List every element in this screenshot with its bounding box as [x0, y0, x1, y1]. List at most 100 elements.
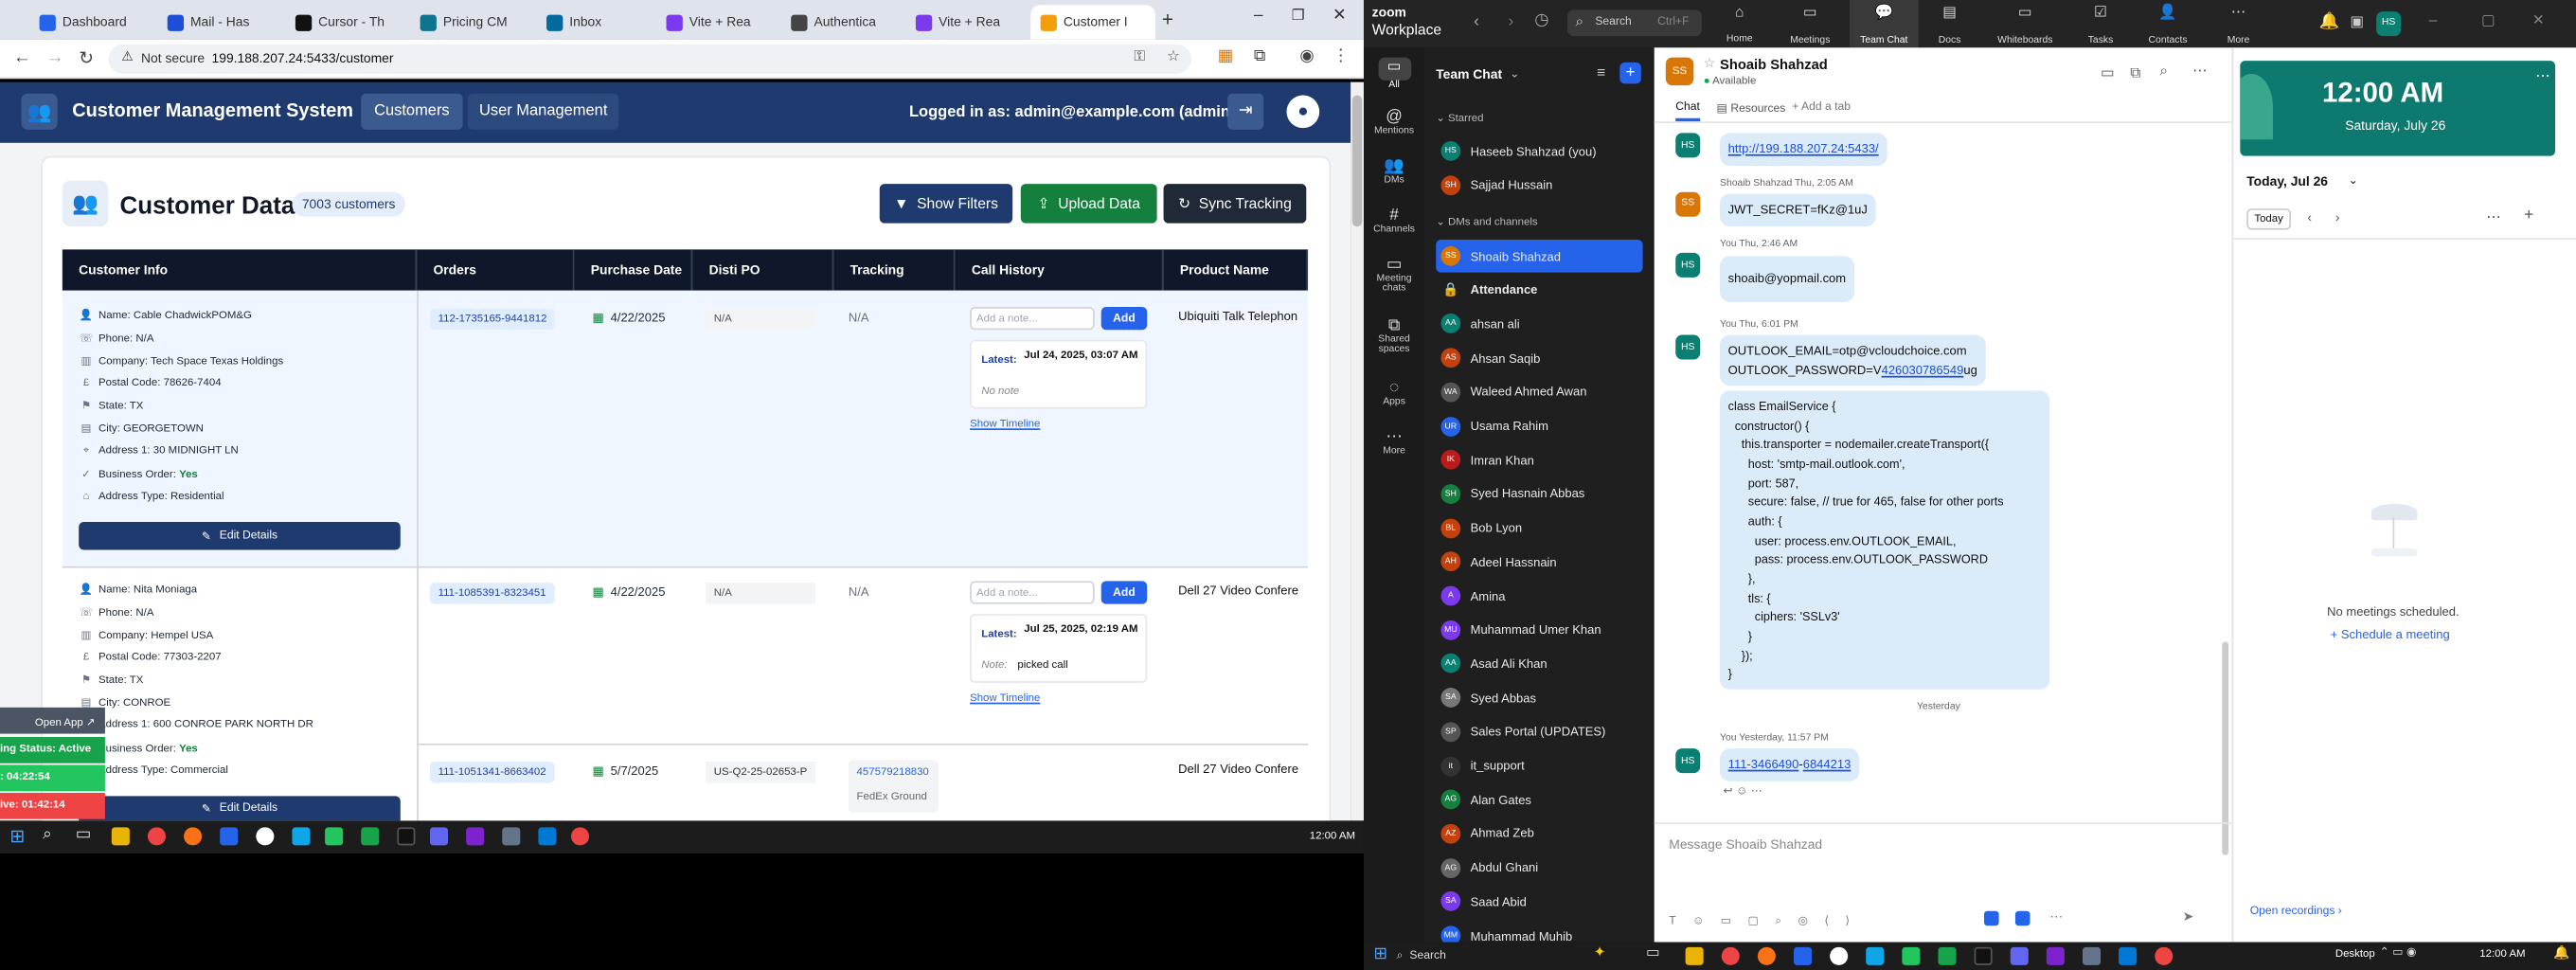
browser-tab[interactable]: Mail - Has: [157, 5, 282, 39]
nav-customers-button[interactable]: Customers: [361, 93, 463, 130]
zoom-taskbar-icon[interactable]: [1793, 946, 1813, 965]
reaction-icons[interactable]: ↩ ☺ ⋯: [1723, 784, 1762, 798]
browser-tab[interactable]: Cursor - Th: [286, 5, 411, 39]
avatar-icon[interactable]: ●: [1286, 95, 1320, 129]
system-tray-icons[interactable]: ⌃ ▭ ◉: [2380, 945, 2417, 959]
add-note-input[interactable]: Add a note...: [970, 581, 1095, 604]
app-icon[interactable]: [1983, 910, 1999, 926]
nav-meetings[interactable]: ▭ Meetings: [1778, 3, 1843, 50]
rail-dms[interactable]: 👥 DMs: [1364, 157, 1424, 185]
starred-section[interactable]: ⌄ Starred: [1436, 112, 1483, 125]
nav-contacts[interactable]: 👤 Contacts: [2135, 3, 2200, 50]
nav-tasks[interactable]: ☑ Tasks: [2076, 3, 2125, 50]
list-item[interactable]: AG Alan Gates: [1436, 783, 1642, 817]
list-item[interactable]: AH Adeel Hassnain: [1436, 546, 1642, 579]
column-header-product-name[interactable]: Product Name: [1163, 249, 1309, 291]
windows-start-icon[interactable]: ⊞: [9, 826, 25, 847]
app-icon[interactable]: [1866, 946, 1885, 965]
chat-contact-name[interactable]: Shoaib Shahzad: [1720, 56, 1828, 72]
upload-data-button[interactable]: ⇪ Upload Data: [1020, 184, 1157, 224]
teams-icon[interactable]: [429, 827, 449, 846]
list-item[interactable]: AG Abdul Ghani: [1436, 852, 1642, 885]
message-link[interactable]: http://199.188.207.24:5433/: [1728, 141, 1879, 156]
open-recordings-link[interactable]: Open recordings ›: [2250, 907, 2342, 918]
rail-all[interactable]: ▭ All: [1364, 57, 1424, 90]
chevron-down-icon[interactable]: ⌄: [1510, 67, 1519, 81]
chrome-icon[interactable]: [1721, 946, 1740, 965]
video-call-icon[interactable]: ▭: [2101, 64, 2115, 82]
add-note-input[interactable]: Add a note...: [970, 307, 1095, 331]
sync-tracking-button[interactable]: ↻ Sync Tracking: [1163, 184, 1307, 224]
menu-kebab-icon[interactable]: ⋮: [1333, 47, 1349, 65]
desktop-label[interactable]: Desktop: [2335, 949, 2375, 961]
list-item[interactable]: A Amina: [1436, 580, 1642, 613]
browser-tab[interactable]: Vite + Rea: [656, 5, 781, 39]
new-tab-icon[interactable]: +: [1162, 9, 1173, 31]
team-chat-heading[interactable]: Team Chat: [1436, 67, 1502, 82]
message-link[interactable]: 111-3466490: [1728, 757, 1799, 772]
list-item[interactable]: UR Usama Rahim: [1436, 409, 1642, 442]
send-icon[interactable]: ➤: [2183, 909, 2194, 925]
message-link[interactable]: 6844213: [1803, 757, 1852, 772]
list-item[interactable]: AS Ahsan Saqib: [1436, 342, 1642, 375]
add-note-button[interactable]: Add: [1100, 581, 1148, 604]
list-item[interactable]: AZ Ahmad Zeb: [1436, 817, 1642, 851]
search-input[interactable]: ⌕ Search Ctrl+F: [1566, 9, 1702, 37]
composer-toolbar-icons[interactable]: T☺▭▢⌕◎⟨⟩: [1669, 914, 1866, 929]
maximize-icon[interactable]: ❐: [1292, 7, 1305, 25]
browser-tab[interactable]: Dashboard: [29, 5, 154, 39]
tracking-number-link[interactable]: 457579218830: [857, 766, 929, 778]
order-number[interactable]: 112-1735165-9441812: [429, 308, 556, 331]
list-item[interactable]: SH Syed Hasnain Abbas: [1436, 477, 1642, 511]
tab-add[interactable]: + Add a tab: [1792, 101, 1851, 113]
file-explorer-icon[interactable]: [1685, 946, 1704, 965]
list-item[interactable]: MM Muhammad Muhib: [1436, 919, 1642, 943]
app-icon[interactable]: [2082, 946, 2102, 965]
search-icon[interactable]: ⌕: [2159, 63, 2168, 81]
nav-user-management-button[interactable]: User Management: [467, 93, 619, 130]
minimize-icon[interactable]: –: [2429, 11, 2438, 27]
close-window-icon[interactable]: ✕: [1333, 7, 1347, 25]
list-item[interactable]: AA ahsan ali: [1436, 308, 1642, 341]
chevron-down-icon[interactable]: ⌄: [2349, 174, 2358, 187]
edit-details-button[interactable]: ✎ Edit Details: [79, 796, 401, 821]
new-chat-plus-icon[interactable]: +: [1619, 62, 1641, 84]
dms-channels-section[interactable]: ⌄ DMs and channels: [1436, 215, 1537, 228]
list-item[interactable]: it it_support: [1436, 749, 1642, 782]
open-app-button[interactable]: Open App ↗: [0, 707, 105, 734]
rail-shared-spaces[interactable]: ⧉ Shared spaces: [1364, 316, 1424, 354]
filter-icon[interactable]: ≡: [1597, 64, 1605, 81]
app-icon[interactable]: [1974, 946, 1993, 965]
teams-icon[interactable]: [2010, 946, 2029, 965]
add-event-plus-icon[interactable]: +: [2524, 207, 2533, 225]
list-item[interactable]: MU Muhammad Umer Khan: [1436, 614, 1642, 647]
password-key-icon[interactable]: ⚿: [1134, 47, 1145, 65]
next-day-icon[interactable]: ›: [2335, 210, 2340, 225]
task-view-icon[interactable]: ▭: [1646, 943, 1660, 961]
prev-day-icon[interactable]: ‹: [2307, 210, 2312, 225]
extension-icon[interactable]: ▦: [1218, 47, 1233, 65]
order-number[interactable]: 111-1051341-8663402: [429, 762, 555, 783]
edit-details-button[interactable]: ✎ Edit Details: [79, 522, 401, 550]
back-icon[interactable]: ‹: [1474, 13, 1479, 31]
app-icon[interactable]: [292, 827, 311, 846]
history-icon[interactable]: ◷: [1534, 11, 1548, 29]
list-item[interactable]: HS Haseeb Shahzad (you): [1436, 135, 1642, 168]
task-view-icon[interactable]: ▭: [76, 826, 91, 844]
vscode-icon[interactable]: [2119, 946, 2138, 965]
file-explorer-icon[interactable]: [111, 827, 130, 846]
page-scrollbar[interactable]: [1351, 81, 1364, 821]
profile-icon[interactable]: ◉: [1299, 47, 1314, 65]
nav-whiteboards[interactable]: ▭ Whiteboards: [1984, 3, 2066, 50]
app-icon[interactable]: [2014, 910, 2030, 926]
chrome-icon[interactable]: [2155, 946, 2174, 965]
chrome-icon[interactable]: [571, 827, 590, 846]
nav-home[interactable]: ⌂ Home: [1715, 3, 1764, 49]
taskbar-search[interactable]: ⌕ Search: [1397, 945, 1627, 967]
forward-icon[interactable]: ›: [1508, 13, 1513, 31]
column-header-call-history[interactable]: Call History: [955, 249, 1164, 291]
back-icon[interactable]: ←: [13, 47, 31, 67]
list-item[interactable]: IK Imran Khan: [1436, 443, 1642, 476]
app-icon[interactable]: [1902, 946, 1921, 965]
app-icon[interactable]: [325, 827, 344, 846]
